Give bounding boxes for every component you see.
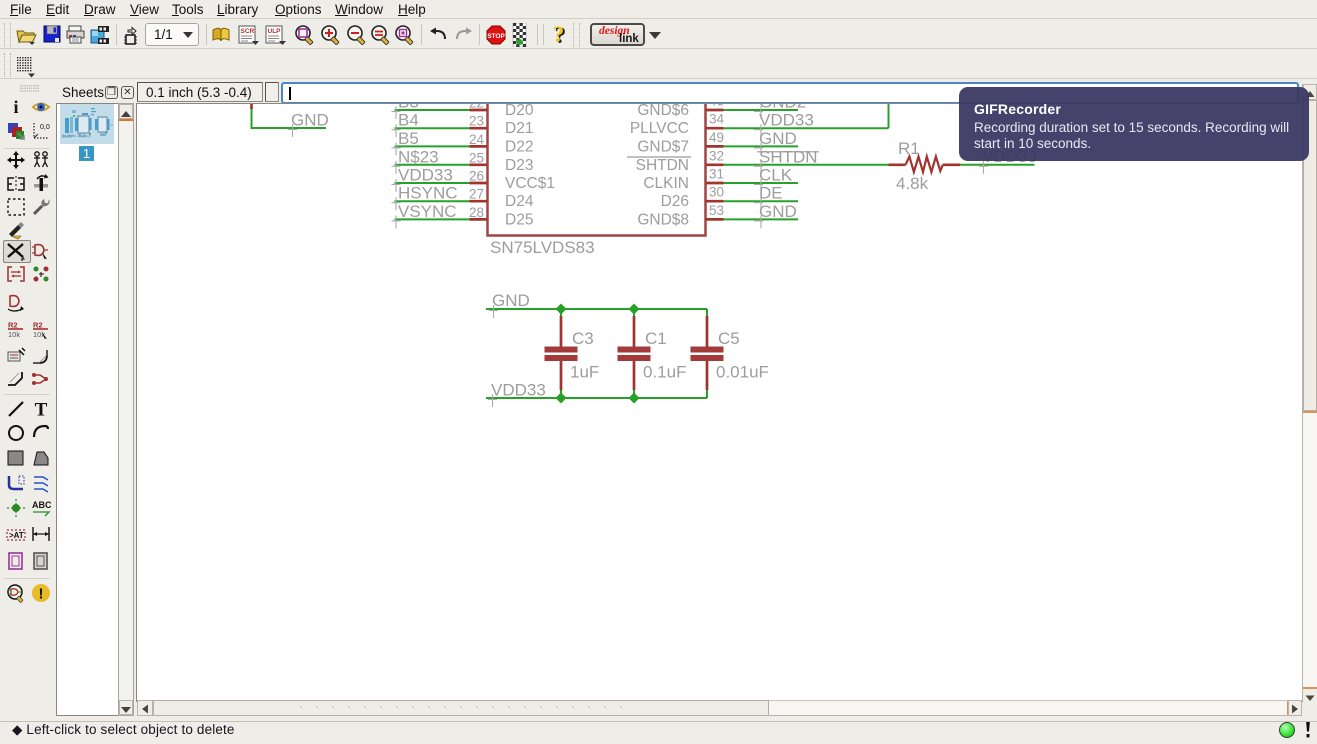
svg-text:?: ? <box>553 23 565 47</box>
svg-text:D24: D24 <box>505 193 534 210</box>
svg-text:GND: GND <box>759 129 797 148</box>
svg-text:49: 49 <box>709 130 724 145</box>
svg-text:STOP: STOP <box>487 33 505 40</box>
svg-text:GND$7: GND$7 <box>637 138 689 155</box>
svg-text:C3: C3 <box>572 329 594 348</box>
svg-text:GND: GND <box>759 202 797 221</box>
svg-text:VDD33: VDD33 <box>491 381 546 400</box>
svg-text:10k: 10k <box>8 330 20 339</box>
svg-text:GND: GND <box>492 291 530 310</box>
svg-text:>AT: >AT <box>9 531 24 540</box>
svg-text:31: 31 <box>709 167 724 182</box>
svg-text:D22: D22 <box>505 138 533 155</box>
svg-text:i: i <box>13 97 18 117</box>
svg-text:CLKIN: CLKIN <box>643 175 689 192</box>
svg-text:SHTDN: SHTDN <box>636 157 689 174</box>
svg-text:30: 30 <box>709 185 724 200</box>
svg-text:51.2MHz 28-26: 51.2MHz 28-26 <box>62 134 86 138</box>
svg-text:0.1uF: 0.1uF <box>643 363 686 382</box>
svg-text:ABC: ABC <box>32 500 51 510</box>
svg-text:0.01uF: 0.01uF <box>716 363 769 382</box>
svg-text:D26: D26 <box>661 193 689 210</box>
svg-text:46: 46 <box>709 104 724 109</box>
svg-text:SHTDN: SHTDN <box>759 147 818 166</box>
svg-text:HSYNC: HSYNC <box>398 184 458 203</box>
svg-text:SN75LVDS83: SN75LVDS83 <box>490 238 595 257</box>
svg-text:GND$6: GND$6 <box>637 104 689 119</box>
svg-text:264: 264 <box>100 133 106 137</box>
svg-text:1uF: 1uF <box>570 363 599 382</box>
svg-text:25: 25 <box>469 150 484 165</box>
svg-text:VDD33: VDD33 <box>759 111 814 130</box>
svg-text:DE: DE <box>759 184 783 203</box>
svg-text:22: 22 <box>469 104 484 111</box>
svg-text:!: ! <box>39 586 44 603</box>
svg-text:R2: R2 <box>8 321 18 330</box>
svg-text:CLK: CLK <box>759 166 793 185</box>
svg-text:28: 28 <box>469 205 484 220</box>
svg-text:VDD33: VDD33 <box>398 166 453 185</box>
svg-text:GND: GND <box>291 111 329 130</box>
svg-text:R2: R2 <box>33 321 43 330</box>
svg-text:C5: C5 <box>718 329 740 348</box>
svg-text:ULP: ULP <box>268 28 282 35</box>
svg-text:53: 53 <box>709 203 724 218</box>
svg-text:23: 23 <box>469 114 484 129</box>
svg-text:D20: D20 <box>505 104 534 119</box>
svg-text:26: 26 <box>469 169 484 184</box>
svg-text:R1: R1 <box>898 139 920 158</box>
svg-text:VCC$1: VCC$1 <box>505 175 555 192</box>
svg-text:GND$8: GND$8 <box>637 211 689 228</box>
svg-text:SCR: SCR <box>241 28 255 35</box>
svg-text:4.8k: 4.8k <box>896 174 929 193</box>
svg-text:B4: B4 <box>398 111 419 130</box>
svg-text:B5: B5 <box>398 129 419 148</box>
svg-text:24: 24 <box>469 132 485 147</box>
svg-text:T: T <box>35 400 48 420</box>
svg-text:C1: C1 <box>645 329 667 348</box>
svg-text:D25: D25 <box>505 211 533 228</box>
svg-text:N$23: N$23 <box>398 147 439 166</box>
svg-text:D23: D23 <box>505 157 533 174</box>
svg-text:32: 32 <box>709 148 724 163</box>
svg-text:34: 34 <box>709 112 725 127</box>
svg-text:0,0: 0,0 <box>40 124 50 131</box>
svg-text:D21: D21 <box>505 120 533 137</box>
svg-text:27: 27 <box>469 187 484 202</box>
svg-text:VSYNC: VSYNC <box>398 202 457 221</box>
svg-text:PLLVCC: PLLVCC <box>630 120 689 137</box>
